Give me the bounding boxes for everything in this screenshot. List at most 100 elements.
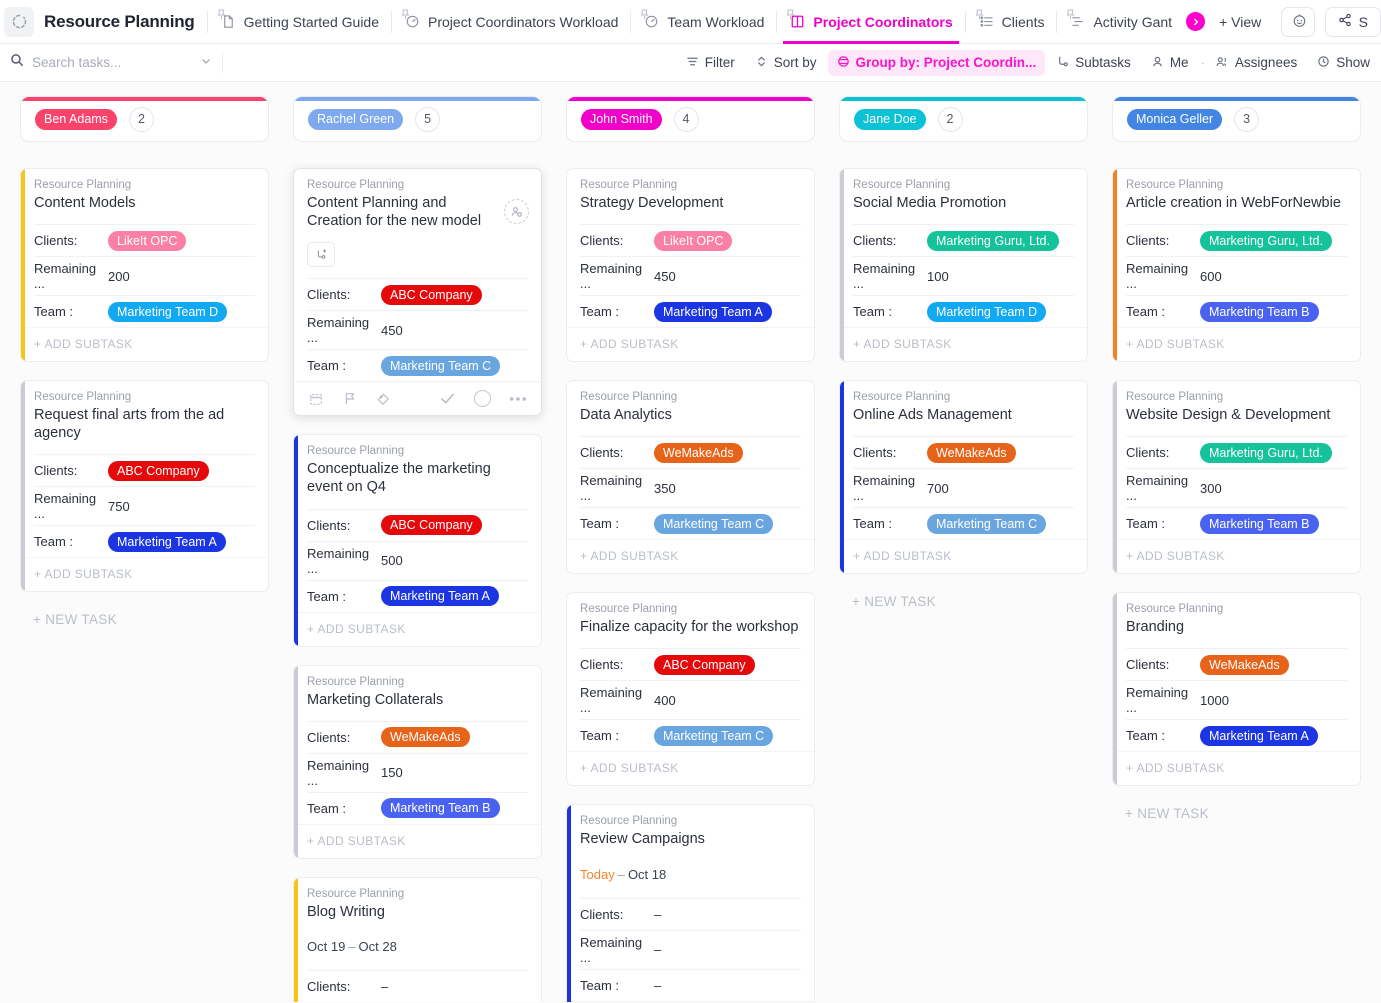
new-task-button[interactable]: + NEW TASK bbox=[1112, 804, 1361, 821]
team-tag[interactable]: Marketing Team A bbox=[108, 531, 226, 552]
add-subtask-button[interactable]: + ADD SUBTASK bbox=[567, 751, 814, 785]
team-tag[interactable]: Marketing Team D bbox=[108, 301, 228, 322]
team-tag[interactable]: Marketing Team C bbox=[927, 513, 1047, 534]
add-subtask-button[interactable]: + ADD SUBTASK bbox=[840, 327, 1087, 361]
add-subtask-button[interactable]: + ADD SUBTASK bbox=[1113, 327, 1360, 361]
app-logo-icon[interactable] bbox=[4, 6, 34, 37]
remaining-value[interactable]: 700 bbox=[927, 481, 949, 496]
task-card[interactable]: Resource Planning Article creation in Web… bbox=[1112, 168, 1361, 363]
filter-button[interactable]: Filter bbox=[677, 50, 744, 76]
client-tag[interactable]: Marketing Guru, Ltd. bbox=[927, 230, 1059, 251]
tab-activity-gant[interactable]: Activity Gant bbox=[1057, 0, 1184, 44]
team-tag[interactable]: Marketing Team A bbox=[381, 586, 499, 606]
tab-clients[interactable]: Clients bbox=[966, 0, 1057, 44]
remaining-value[interactable]: 400 bbox=[654, 693, 676, 708]
add-assignee-icon[interactable] bbox=[504, 199, 529, 224]
search-input[interactable] bbox=[32, 55, 192, 70]
task-card[interactable]: Resource Planning Strategy Development Cli… bbox=[566, 168, 815, 363]
check-icon[interactable] bbox=[439, 391, 456, 406]
add-subtask-icon[interactable] bbox=[307, 242, 335, 268]
remaining-value[interactable]: 350 bbox=[654, 481, 676, 496]
remaining-value[interactable]: – bbox=[654, 942, 661, 957]
assignee-pill[interactable]: Ben Adams bbox=[35, 108, 117, 130]
remaining-value[interactable]: 100 bbox=[927, 269, 949, 284]
task-card[interactable]: Resource Planning Data Analytics Clients: W… bbox=[566, 380, 815, 575]
card-title[interactable]: Conceptualize the marketing event on Q4 bbox=[307, 460, 528, 508]
client-tag[interactable]: LikeIt OPC bbox=[654, 230, 733, 251]
client-tag[interactable]: WeMakeAds bbox=[654, 442, 743, 463]
add-subtask-button[interactable]: + ADD SUBTASK bbox=[567, 327, 814, 361]
share-button[interactable]: S bbox=[1324, 6, 1381, 37]
client-tag[interactable]: ABC Company bbox=[654, 654, 755, 675]
client-tag[interactable]: LikeIt OPC bbox=[108, 230, 187, 251]
automate-button[interactable]: Automate bbox=[1281, 6, 1315, 37]
add-subtask-button[interactable]: + ADD SUBTASK bbox=[1113, 539, 1360, 573]
card-title[interactable]: Data Analytics bbox=[580, 406, 801, 436]
task-card[interactable]: Resource Planning Social Media Promotion C… bbox=[839, 168, 1088, 363]
remaining-value[interactable]: 500 bbox=[381, 553, 403, 568]
calendar-icon[interactable] bbox=[308, 391, 324, 407]
add-subtask-button[interactable]: + ADD SUBTASK bbox=[21, 557, 268, 591]
team-tag[interactable]: Marketing Team C bbox=[654, 725, 774, 746]
add-subtask-button[interactable]: + ADD SUBTASK bbox=[1113, 751, 1360, 785]
remaining-value[interactable]: 200 bbox=[108, 269, 130, 284]
tab-getting-started-guide[interactable]: Getting Started Guide bbox=[208, 0, 391, 44]
card-title[interactable]: Content Planning and Creation for the ne… bbox=[307, 194, 528, 242]
tab-project-coordinators[interactable]: Project Coordinators bbox=[777, 0, 964, 44]
card-date-range[interactable]: Oct 19– Oct 28 bbox=[307, 933, 528, 970]
task-card[interactable]: Resource Planning Blog Writing Oct 19– Oct … bbox=[293, 876, 542, 1002]
add-subtask-button[interactable]: + ADD SUBTASK bbox=[567, 1000, 814, 1003]
assignee-pill[interactable]: Monica Geller bbox=[1127, 108, 1223, 130]
card-title[interactable]: Social Media Promotion bbox=[853, 194, 1074, 224]
team-tag[interactable]: Marketing Team C bbox=[654, 513, 774, 534]
client-tag[interactable]: ABC Company bbox=[381, 515, 482, 535]
show-button[interactable]: Show bbox=[1308, 50, 1379, 76]
assignee-pill[interactable]: John Smith bbox=[581, 108, 662, 130]
team-tag[interactable]: Marketing Team D bbox=[927, 301, 1047, 322]
card-title[interactable]: Website Design & Development bbox=[1126, 406, 1347, 436]
add-subtask-button[interactable]: + ADD SUBTASK bbox=[567, 539, 814, 573]
sort-button[interactable]: Sort by bbox=[746, 50, 826, 76]
task-card[interactable]: Resource Planning Branding Clients: WeMakeA… bbox=[1112, 592, 1361, 787]
remaining-value[interactable]: 300 bbox=[1200, 481, 1222, 496]
client-tag[interactable]: WeMakeAds bbox=[381, 727, 470, 748]
me-button[interactable]: Me bbox=[1142, 50, 1198, 76]
task-card[interactable]: Resource Planning Website Design & Develo… bbox=[1112, 380, 1361, 575]
assignee-pill[interactable]: Jane Doe bbox=[854, 108, 926, 130]
assignee-pill[interactable]: Rachel Green bbox=[308, 108, 404, 130]
client-tag[interactable]: Marketing Guru, Ltd. bbox=[1200, 442, 1332, 463]
card-title[interactable]: Finalize capacity for the workshop bbox=[580, 618, 801, 648]
tab-team-workload[interactable]: Team Workload bbox=[631, 0, 776, 44]
card-title[interactable]: Strategy Development bbox=[580, 194, 801, 224]
add-subtask-button[interactable]: + ADD SUBTASK bbox=[840, 539, 1087, 573]
search-caret-icon[interactable] bbox=[200, 54, 212, 72]
tag-icon[interactable] bbox=[375, 391, 392, 407]
remaining-value[interactable]: 450 bbox=[654, 269, 676, 284]
status-circle-icon[interactable] bbox=[474, 390, 491, 408]
task-card[interactable]: Resource Planning Online Ads Management Cl… bbox=[839, 380, 1088, 575]
task-card[interactable]: Resource Planning Review Campaigns Today – O… bbox=[566, 804, 815, 1002]
card-title[interactable]: Marketing Collaterals bbox=[307, 691, 528, 721]
assignees-button[interactable]: Assignees bbox=[1206, 50, 1306, 76]
team-tag[interactable]: Marketing Team B bbox=[381, 798, 500, 819]
add-view-button[interactable]: + View bbox=[1205, 14, 1275, 30]
team-tag[interactable]: Marketing Team C bbox=[381, 355, 501, 376]
add-subtask-button[interactable]: + ADD SUBTASK bbox=[21, 327, 268, 361]
flag-icon[interactable] bbox=[342, 391, 357, 407]
column-header[interactable]: John Smith 4 bbox=[566, 96, 815, 142]
add-subtask-button[interactable]: + ADD SUBTASK bbox=[294, 823, 541, 858]
task-card[interactable]: Resource Planning Request final arts from… bbox=[20, 380, 269, 593]
card-title[interactable]: Review Campaigns bbox=[580, 830, 801, 860]
task-card[interactable]: Resource Planning Finalize capacity for t… bbox=[566, 592, 815, 787]
remaining-value[interactable]: 750 bbox=[108, 499, 130, 514]
subtasks-button[interactable]: Subtasks bbox=[1047, 50, 1140, 76]
team-tag[interactable]: Marketing Team B bbox=[1200, 513, 1319, 534]
task-card[interactable]: Resource Planning Content Models Clients: L… bbox=[20, 168, 269, 363]
team-tag[interactable]: Marketing Team B bbox=[1200, 301, 1319, 322]
remaining-value[interactable]: 150 bbox=[381, 765, 403, 780]
team-tag[interactable]: Marketing Team A bbox=[1200, 725, 1318, 746]
column-header[interactable]: Jane Doe 2 bbox=[839, 96, 1088, 142]
task-card[interactable]: Resource Planning Conceptualize the marke… bbox=[293, 434, 542, 647]
tabs-overflow-chevron-icon[interactable] bbox=[1186, 12, 1206, 31]
remaining-value[interactable]: 600 bbox=[1200, 269, 1222, 284]
